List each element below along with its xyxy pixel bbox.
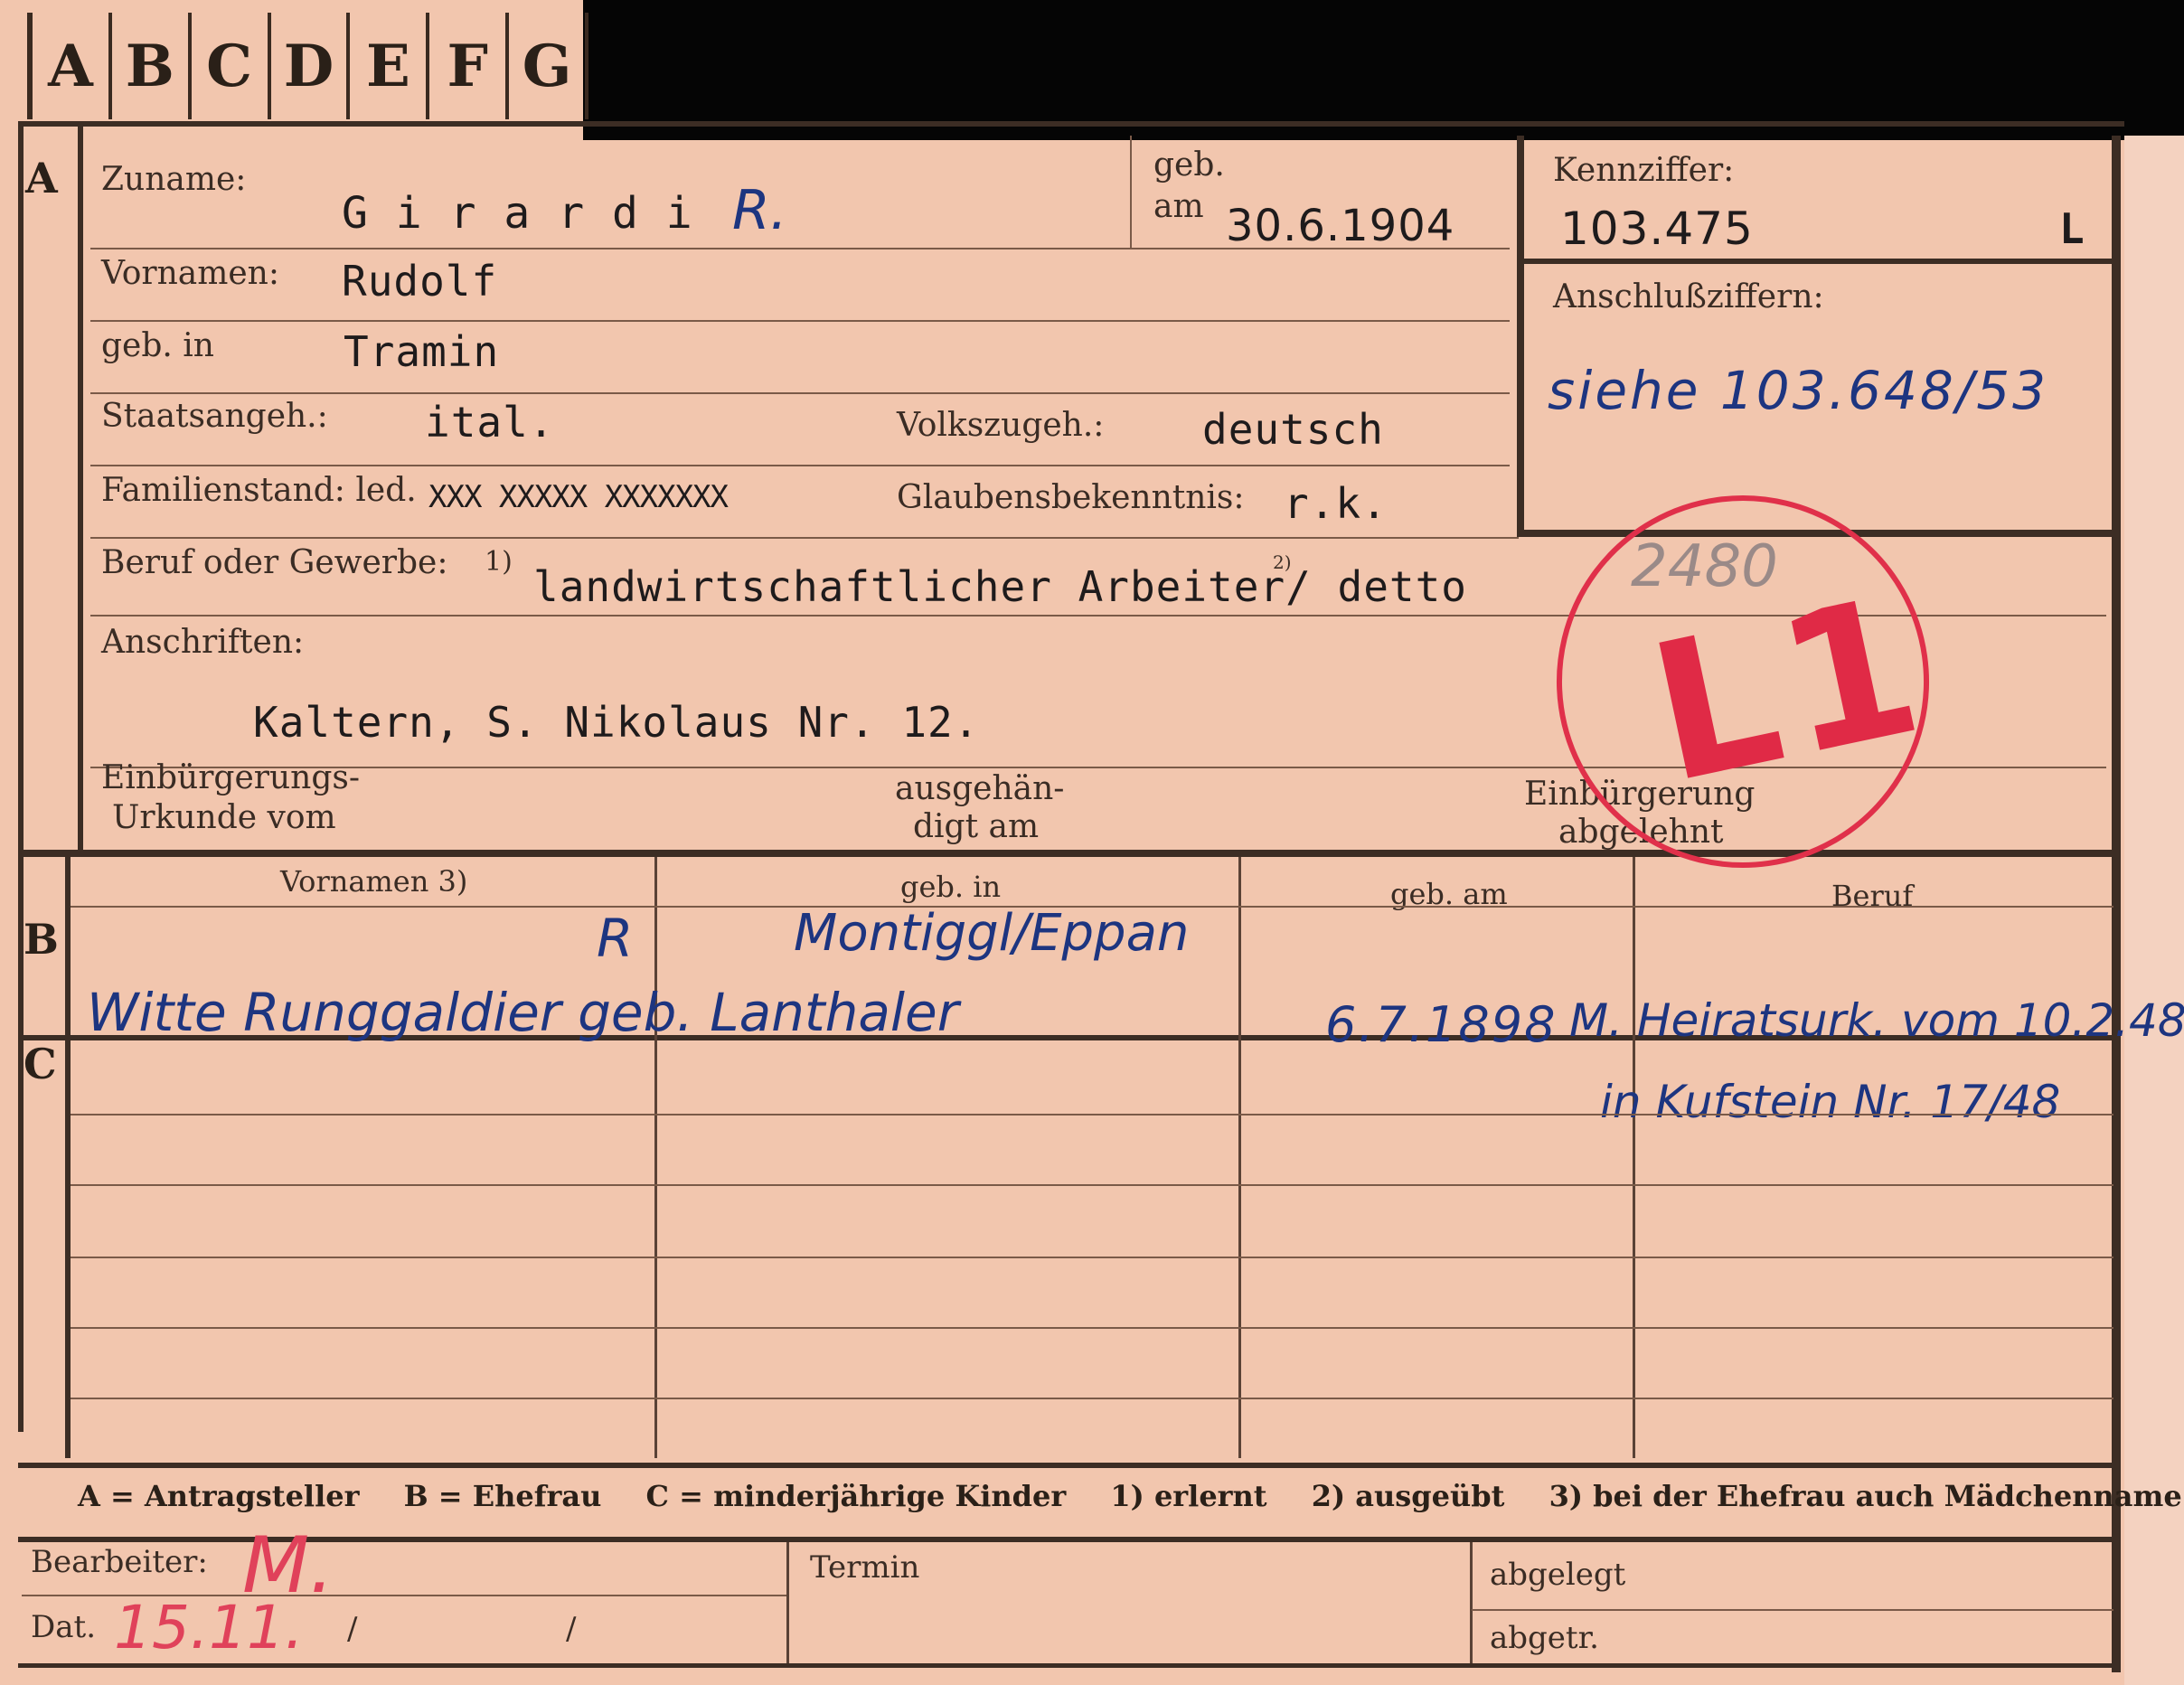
c-rule-1 [71,1114,2113,1115]
legend-a: A = Antragsteller [78,1479,360,1513]
table-col-divider-3 [1633,857,1635,1458]
geb-am-separator [1130,136,1132,249]
label-staatsangeh: Staatsangeh.: [101,398,328,435]
label-geb: geb. [1153,146,1225,184]
rule-4 [90,465,1510,466]
label-ausgehaendigt-2: digt am [913,808,1040,845]
row-b-geb-am: 6.7.1898 [1325,996,1558,1053]
beruf-footnote-1: 1) [485,546,513,578]
label-geb-in: geb. in [101,327,214,364]
c-rule-3 [71,1257,2113,1258]
c-rule-4 [71,1327,2113,1329]
label-abgetr: abgetr. [1490,1620,1599,1656]
legend-row: A = Antragsteller B = Ehefrau C = minder… [78,1479,2184,1513]
c-rule-2 [71,1184,2113,1186]
value-zuname: G i r a r d i [342,188,693,239]
label-glaubensbekenntnis: Glaubensbekenntnis: [897,479,1245,516]
kennziffer-box-divider [1517,259,2113,264]
label-dat: Dat. [31,1609,97,1645]
footer-rule-right [1472,1609,2113,1611]
divider-legend-top [18,1463,2115,1468]
label-anschlussziffern: Anschlußziffern: [1553,278,1824,315]
familienstand-struck-out: XXX XXXXX XXXXXXX [428,479,729,515]
table-col-divider-2 [1238,857,1241,1458]
value-staatsangeh: ital. [425,398,555,447]
dat-value: 15.11. [114,1593,304,1662]
col-header-geb-in: geb. in [900,870,1002,904]
dat-separator-1: / [347,1611,358,1647]
label-termin: Termin [810,1549,920,1586]
c-rule-5 [71,1398,2113,1399]
frame-left-a [78,121,83,853]
tab-c[interactable]: C [192,13,271,119]
dat-separator-2: / [566,1611,577,1647]
label-einbuergerungs-urkunde-2: Urkunde vom [112,799,336,836]
tab-g[interactable]: G [509,13,589,119]
rule-3 [90,392,1510,394]
label-abgelegt: abgelegt [1490,1557,1626,1593]
legend-fn2: 2) ausgeübt [1311,1479,1505,1513]
registration-card: A B C D E F G A B C Zuname: G i r a r d … [0,0,2184,1685]
rule-1 [90,248,1510,249]
section-c-label: C [24,1040,57,1088]
tab-f[interactable]: F [429,13,510,119]
frame-bottom [18,1663,2115,1668]
label-am: am [1153,188,1204,225]
table-col-divider-1 [654,857,657,1458]
value-geb-am: 30.6.1904 [1226,201,1455,251]
footer-divider-2 [1470,1542,1473,1663]
tab-e[interactable]: E [350,13,430,119]
kennziffer-box-left [1517,136,1524,533]
row-b-mark: R [597,908,634,969]
col-header-vornamen: Vornamen 3) [280,864,468,899]
label-zuname: Zuname: [101,161,247,198]
row-b-beruf: M. Heiratsurk. vom 10.2.48 [1569,994,2184,1047]
tab-b[interactable]: B [112,13,192,119]
pencil-number: 2480 [1631,533,1778,600]
label-bearbeiter: Bearbeiter: [31,1544,208,1580]
label-volkszugeh: Volkszugeh.: [897,407,1105,444]
card-edge [2124,136,2184,1685]
value-beruf: landwirtschaftlicher Arbeiter/ detto [533,562,1467,611]
label-einbuergerungs-urkunde-1: Einbürgerungs- [101,759,361,796]
label-vornamen: Vornamen: [101,255,279,292]
frame-left-bc [65,857,71,1458]
row-b-geb-in: Montiggl/Eppan [794,904,1190,963]
tab-a[interactable]: A [33,13,112,119]
index-tabs: A B C D E F G [27,13,589,119]
frame-outer-left [18,121,24,1432]
value-volkszugeh: deutsch [1202,405,1384,454]
tab-d[interactable]: D [271,13,351,119]
value-geb-in: Tramin [344,327,500,376]
label-beruf: Beruf oder Gewerbe: [101,544,448,581]
beruf-footnote-2: 2) [1273,551,1292,573]
rule-5 [90,537,1519,539]
value-glaubensbekenntnis: r.k. [1284,479,1388,528]
label-anschriften: Anschriften: [101,624,305,661]
legend-fn3: 3) bei der Ehefrau auch Mädchenname [1549,1479,2182,1513]
section-a-label: A [25,154,58,202]
legend-c: C = minderjährige Kinder [645,1479,1067,1513]
value-vornamen: Rudolf [342,257,498,306]
rule-2 [90,320,1510,322]
row-b-vornamen: Witte Runggaldier geb. Lanthaler [87,982,959,1043]
value-kennziffer: 103.475 [1560,202,1754,255]
legend-fn1: 1) erlernt [1110,1479,1267,1513]
label-familienstand: Familienstand: led. [101,472,417,509]
value-anschlussziffern: siehe 103.648/53 [1548,360,2049,421]
footer-divider-1 [786,1542,789,1663]
label-ausgehaendigt-1: ausgehän- [895,770,1065,807]
col-header-beruf: Beruf [1831,879,1914,913]
background-dark-area [583,0,2184,140]
frame-right [2112,136,2121,1672]
legend-b: B = Ehefrau [403,1479,602,1513]
value-anschrift: Kaltern, S. Nikolaus Nr. 12. [253,698,980,747]
label-kennziffer: Kennziffer: [1553,152,1735,189]
row-b-beruf-line-2: in Kufstein Nr. 17/48 [1600,1076,2061,1128]
section-b-label: B [24,915,59,964]
frame-top [18,121,2124,127]
value-kennziffer-suffix: L [2059,204,2085,253]
zuname-mark: R. [732,179,787,242]
